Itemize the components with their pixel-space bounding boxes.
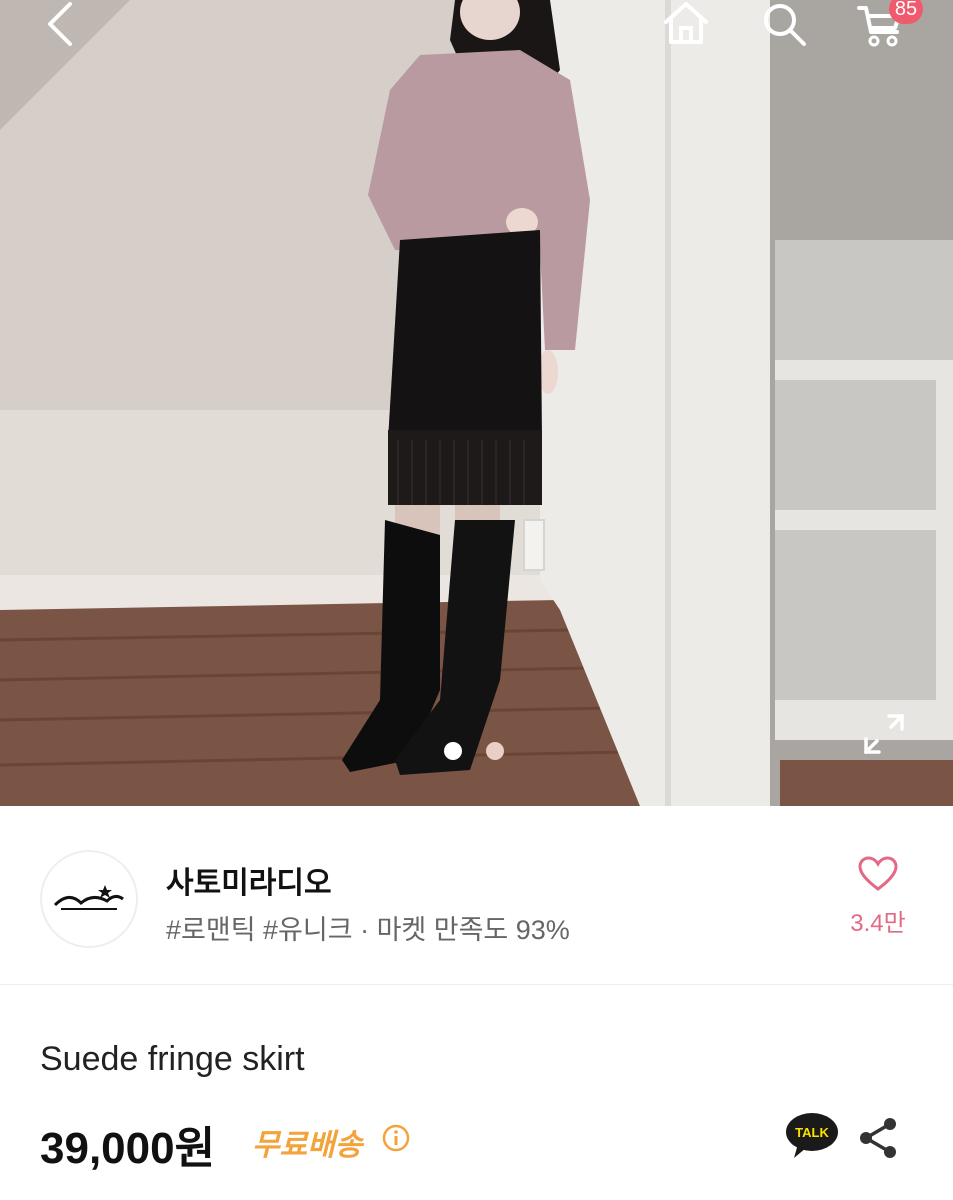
kakao-talk-icon: TALK xyxy=(786,1113,838,1158)
search-icon xyxy=(764,4,806,46)
share-icon xyxy=(860,1118,896,1158)
share-button[interactable] xyxy=(856,1116,900,1160)
free-shipping-label: 무료배송 xyxy=(252,1129,363,1162)
cart-count-badge: 85 xyxy=(889,0,923,24)
shop-name[interactable]: 사토미라디오 xyxy=(166,858,332,902)
kakao-talk-button[interactable]: TALK xyxy=(784,1112,840,1162)
product-price: 39,000원 xyxy=(40,1124,216,1173)
shop-info-row: 사토미라디오 #로맨틱 #유니크 · 마켓 만족도 93% 3.4만 xyxy=(0,806,953,985)
expand-icon xyxy=(864,714,904,754)
info-icon xyxy=(382,1124,410,1152)
gallery-pagination xyxy=(444,742,504,760)
kakao-talk-label: TALK xyxy=(795,1125,829,1140)
back-button[interactable] xyxy=(40,0,100,50)
product-photo xyxy=(0,0,953,806)
like-button[interactable]: 3.4만 xyxy=(840,856,916,940)
product-title: Suede fringe skirt xyxy=(40,1040,305,1078)
shop-tags-satisfaction: #로맨틱 #유니크 · 마켓 만족도 93% xyxy=(166,915,570,945)
shipping-info-button[interactable] xyxy=(382,1124,410,1152)
pagination-dot[interactable] xyxy=(486,742,504,760)
product-image[interactable]: 85 xyxy=(0,0,953,806)
home-button[interactable] xyxy=(660,0,720,50)
pagination-dot-active[interactable] xyxy=(444,742,462,760)
cart-button[interactable]: 85 xyxy=(855,0,925,54)
home-icon xyxy=(664,2,708,44)
search-button[interactable] xyxy=(760,0,820,50)
like-count: 3.4만 xyxy=(850,910,906,937)
shop-logo[interactable] xyxy=(40,850,138,948)
expand-button[interactable] xyxy=(862,712,912,762)
chevron-left-icon xyxy=(48,2,72,46)
shop-logo-mark xyxy=(53,885,124,910)
heart-icon xyxy=(858,856,898,891)
